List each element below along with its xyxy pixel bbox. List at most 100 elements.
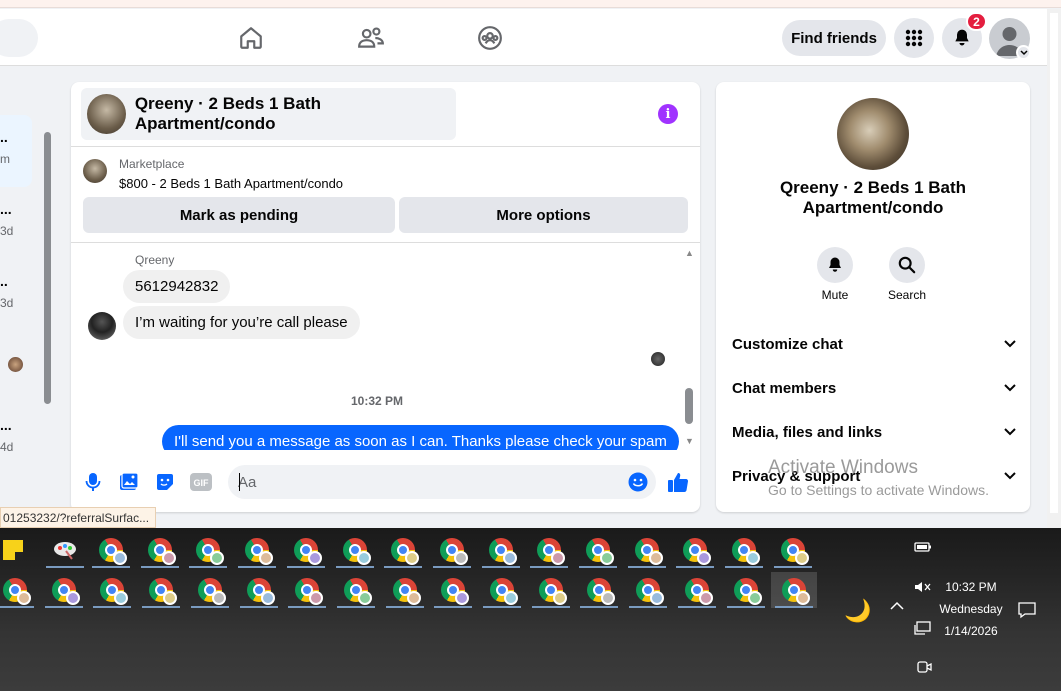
clock-time[interactable]: 10:32 PM bbox=[935, 580, 1007, 594]
chrome-profile-app-icon[interactable] bbox=[382, 572, 428, 608]
more-options-button[interactable]: More options bbox=[399, 197, 688, 233]
chrome-icon bbox=[490, 578, 518, 605]
thread-scrollbar[interactable]: ▲ ▼ bbox=[682, 248, 696, 448]
customize-chat-section[interactable]: Customize chat bbox=[732, 329, 1016, 359]
chrome-profile-app-icon[interactable] bbox=[575, 532, 621, 568]
chat-list-item-time: 3d bbox=[0, 296, 14, 310]
chrome-profile-app-icon[interactable] bbox=[576, 572, 622, 608]
search-field[interactable] bbox=[0, 19, 38, 57]
chat-list-scrollbar-thumb[interactable] bbox=[44, 132, 51, 404]
mute-label: Mute bbox=[821, 288, 849, 302]
chat-list-item-active[interactable] bbox=[0, 115, 32, 187]
emoji-icon[interactable] bbox=[628, 472, 648, 497]
chrome-profile-app-icon[interactable] bbox=[478, 532, 524, 568]
chrome-profile-app-icon[interactable] bbox=[528, 572, 574, 608]
mark-as-pending-button[interactable]: Mark as pending bbox=[83, 197, 395, 233]
chrome-profile-app-icon[interactable] bbox=[721, 532, 767, 568]
listing-summary[interactable]: $800 - 2 Beds 1 Bath Apartment/condo bbox=[119, 176, 343, 191]
activate-windows-watermark: Activate Windows Go to Settings to activ… bbox=[768, 457, 989, 498]
home-icon[interactable] bbox=[236, 23, 266, 53]
chrome-profile-app-icon[interactable] bbox=[333, 572, 379, 608]
thread-scrollbar-thumb[interactable] bbox=[685, 388, 693, 424]
action-center-icon[interactable] bbox=[1018, 601, 1036, 624]
network-icon[interactable] bbox=[914, 621, 932, 640]
chrome-profile-app-icon[interactable] bbox=[430, 572, 476, 608]
page-scrollbar[interactable] bbox=[1047, 9, 1061, 529]
chrome-profile-app-icon[interactable] bbox=[771, 572, 818, 608]
message-input-wrapper[interactable] bbox=[228, 465, 656, 499]
chrome-profile-app-icon[interactable] bbox=[429, 532, 475, 568]
chrome-profile-app-icon[interactable] bbox=[283, 532, 329, 568]
chat-list-scrollbar[interactable] bbox=[41, 114, 53, 409]
clock-day[interactable]: Wednesday bbox=[935, 602, 1007, 616]
chat-list-item-name[interactable]: .. bbox=[0, 129, 8, 145]
chrome-profile-app-icon[interactable] bbox=[138, 572, 184, 608]
menu-grid-icon[interactable] bbox=[894, 18, 934, 58]
chrome-profile-app-icon[interactable] bbox=[723, 572, 769, 608]
chat-list-item-name[interactable]: ... bbox=[0, 417, 12, 433]
account-chevron-icon[interactable] bbox=[1016, 45, 1031, 60]
chrome-profile-app-icon[interactable] bbox=[672, 532, 718, 568]
gif-icon[interactable]: GIF bbox=[189, 470, 213, 494]
chrome-profile-app-icon[interactable] bbox=[526, 532, 572, 568]
sender-avatar[interactable] bbox=[88, 312, 116, 340]
chrome-profile-app-icon[interactable] bbox=[479, 572, 525, 608]
chrome-profile-app-icon[interactable] bbox=[185, 532, 231, 568]
chrome-profile-app-icon[interactable] bbox=[380, 532, 426, 568]
chrome-profile-app-icon[interactable] bbox=[88, 532, 134, 568]
friends-icon[interactable] bbox=[356, 23, 386, 53]
message-input[interactable] bbox=[238, 465, 608, 499]
chrome-profile-app-icon[interactable] bbox=[0, 572, 38, 608]
outgoing-message[interactable]: I'll send you a message as soon as I can… bbox=[162, 425, 679, 450]
chrome-profile-app-icon[interactable] bbox=[284, 572, 330, 608]
chrome-profile-app-icon[interactable] bbox=[674, 572, 720, 608]
info-icon[interactable]: i bbox=[658, 104, 678, 124]
running-indicator bbox=[46, 566, 84, 568]
chat-list-item-name[interactable]: .. bbox=[0, 273, 8, 289]
volume-muted-icon[interactable] bbox=[914, 580, 932, 599]
running-indicator bbox=[481, 566, 520, 568]
chrome-profile-app-icon[interactable] bbox=[770, 532, 816, 568]
chrome-icon bbox=[684, 578, 713, 605]
search-in-conversation-button[interactable]: Search bbox=[877, 247, 937, 302]
chrome-icon bbox=[293, 538, 322, 565]
running-indicator bbox=[385, 606, 424, 608]
running-indicator bbox=[773, 566, 812, 568]
find-friends-button[interactable]: Find friends bbox=[782, 20, 886, 56]
paint-app-icon[interactable] bbox=[42, 532, 88, 568]
chrome-profile-app-icon[interactable] bbox=[137, 532, 183, 568]
scroll-up-arrow-icon[interactable]: ▲ bbox=[685, 248, 694, 258]
message-timestamp: 10:32 PM bbox=[350, 394, 404, 408]
chat-members-section[interactable]: Chat members bbox=[732, 373, 1016, 403]
chrome-profile-app-icon[interactable] bbox=[332, 532, 378, 568]
groups-icon[interactable] bbox=[475, 23, 505, 53]
meet-now-icon[interactable] bbox=[916, 659, 932, 680]
chrome-profile-app-icon[interactable] bbox=[625, 572, 671, 608]
sticker-icon[interactable] bbox=[153, 470, 177, 494]
sticky-notes-app-icon[interactable] bbox=[0, 532, 36, 568]
show-hidden-icons-chevron-icon[interactable] bbox=[890, 598, 904, 616]
chrome-profile-app-icon[interactable] bbox=[41, 572, 87, 608]
chrome-profile-app-icon[interactable] bbox=[234, 532, 280, 568]
chrome-profile-app-icon[interactable] bbox=[89, 572, 135, 608]
conversation-title: Qreeny · 2 Beds 1 Bath Apartment/condo bbox=[134, 94, 321, 133]
mute-button[interactable]: Mute bbox=[805, 247, 865, 302]
microphone-icon[interactable] bbox=[81, 470, 105, 494]
incoming-message[interactable]: 5612942832 bbox=[123, 270, 231, 303]
thumbs-up-icon[interactable] bbox=[666, 470, 690, 494]
incoming-message[interactable]: I’m waiting for you’re call please bbox=[123, 306, 360, 339]
battery-icon[interactable] bbox=[914, 540, 932, 559]
page-scrollbar-thumb[interactable] bbox=[1050, 13, 1058, 513]
night-light-moon-icon[interactable]: 🌙 bbox=[844, 598, 871, 624]
running-indicator bbox=[336, 606, 375, 608]
scroll-down-arrow-icon[interactable]: ▼ bbox=[685, 436, 694, 446]
clock-date[interactable]: 1/14/2026 bbox=[935, 624, 1007, 638]
conversation-header[interactable]: Qreeny · 2 Beds 1 Bath Apartment/condo bbox=[81, 88, 456, 140]
running-indicator bbox=[384, 566, 423, 568]
photo-icon[interactable] bbox=[117, 470, 141, 494]
chrome-profile-app-icon[interactable] bbox=[624, 532, 670, 568]
chrome-profile-app-icon[interactable] bbox=[236, 572, 282, 608]
chat-list-item-name[interactable]: ... bbox=[0, 201, 12, 217]
media-files-links-section[interactable]: Media, files and links bbox=[732, 417, 1016, 447]
chrome-profile-app-icon[interactable] bbox=[187, 572, 233, 608]
